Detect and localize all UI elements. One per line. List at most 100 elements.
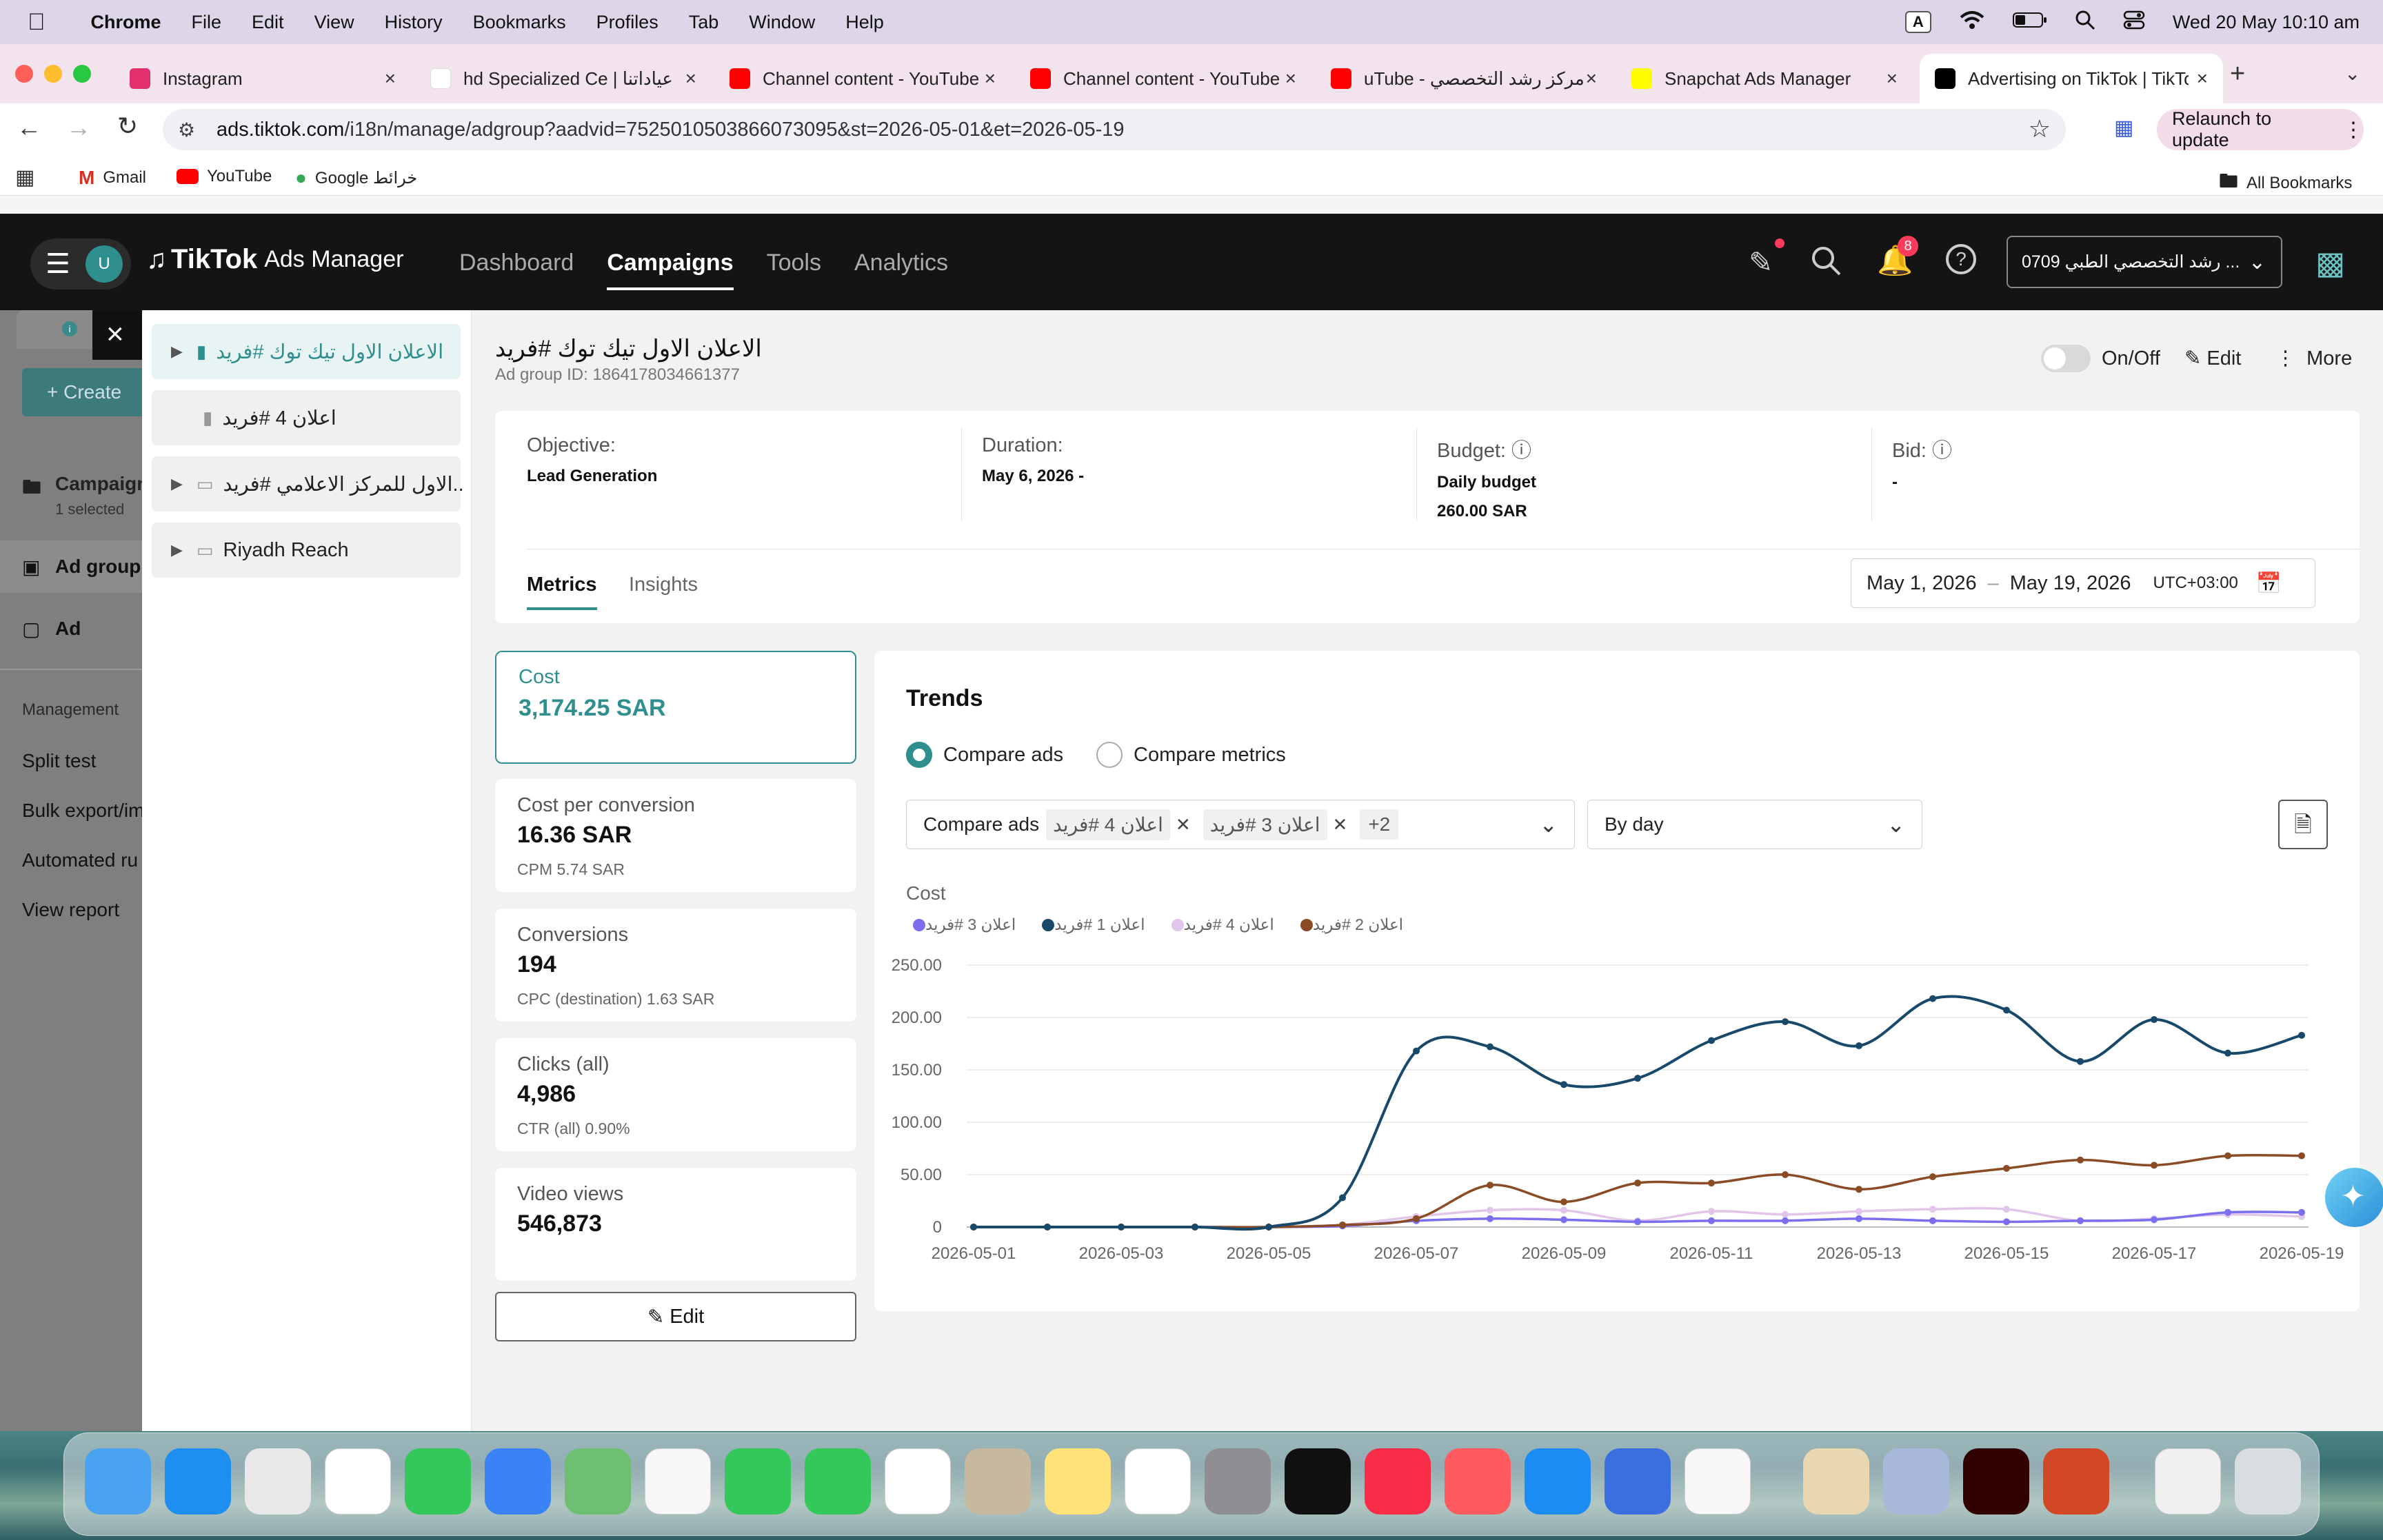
user-avatar[interactable]: U <box>86 245 123 283</box>
menubar-clock[interactable]: Wed 20 May 10:10 am <box>2173 12 2360 33</box>
menu-edit[interactable]: Edit <box>252 12 284 33</box>
chrome-icon[interactable] <box>325 1448 391 1514</box>
metric-card-cost[interactable]: Cost 3,174.25 SAR <box>495 651 856 764</box>
tree-item-campaign[interactable]: ▶ ▭ ..الاول للمركز الاعلامي #فريد <box>152 456 464 511</box>
menu-bookmarks[interactable]: Bookmarks <box>473 12 566 33</box>
sidebar-bulk-export[interactable]: Bulk export/im <box>22 800 142 822</box>
contacts-icon[interactable] <box>965 1448 1031 1514</box>
legend-item[interactable]: اعلان 3 #فريد <box>906 915 1016 934</box>
expand-arrow-icon[interactable]: ▶ <box>171 343 183 361</box>
all-bookmarks[interactable]: 🖿 All Bookmarks <box>2219 167 2352 200</box>
sidebar-view-report[interactable]: View report <box>22 899 119 921</box>
nav-analytics[interactable]: Analytics <box>854 250 948 290</box>
menu-avatar-pill[interactable]: ☰ U <box>30 239 131 290</box>
close-panel-button[interactable]: × <box>92 310 142 360</box>
nav-campaigns[interactable]: Campaigns <box>607 250 734 290</box>
app-store-icon[interactable] <box>1525 1448 1591 1514</box>
close-tab-icon[interactable]: × <box>685 68 696 90</box>
more-chips-badge[interactable]: +2 <box>1360 809 1399 840</box>
zoom-window-button[interactable] <box>73 65 91 83</box>
legend-item[interactable]: اعلان 4 #فريد <box>1165 915 1274 934</box>
ad-chip[interactable]: اعلان 4 #فريد <box>1046 809 1170 840</box>
hamburger-menu-icon[interactable]: ☰ <box>46 248 70 280</box>
browser-tab[interactable]: uTube - مركز رشد التخصصي × <box>1316 54 1612 103</box>
metric-card-video-views[interactable]: Video views 546,873 <box>495 1168 856 1281</box>
menu-profiles[interactable]: Profiles <box>596 12 658 33</box>
ad-chip[interactable]: اعلان 3 #فريد <box>1203 809 1327 840</box>
legend-item[interactable]: اعلان 1 #فريد <box>1035 915 1145 934</box>
tab-metrics[interactable]: Metrics <box>527 574 597 610</box>
compare-ads-select[interactable]: Compare ads اعلان 4 #فريد ✕ اعلان 3 #فري… <box>906 800 1575 849</box>
sidebar-campaign[interactable]: Campaign <box>55 473 148 495</box>
close-tab-icon[interactable]: × <box>1887 68 1898 90</box>
illustrator-icon[interactable] <box>1963 1448 2029 1514</box>
reminders-icon[interactable] <box>1125 1448 1191 1514</box>
metric-card-conversions[interactable]: Conversions 194 CPC (destination) 1.63 S… <box>495 909 856 1022</box>
sidebar-item-adgroup[interactable]: ▣ Ad group <box>0 540 142 593</box>
nav-tools[interactable]: Tools <box>767 250 821 290</box>
spotlight-search-icon[interactable] <box>2075 10 2095 35</box>
bookmark-star-icon[interactable]: ☆ <box>2029 114 2051 143</box>
powerpoint-icon[interactable] <box>2043 1448 2109 1514</box>
facetime-icon[interactable] <box>725 1448 791 1514</box>
close-window-button[interactable] <box>15 65 33 83</box>
nav-dashboard[interactable]: Dashboard <box>459 250 574 290</box>
apple-tv-icon[interactable] <box>1285 1448 1351 1514</box>
launchpad-icon[interactable] <box>245 1448 311 1514</box>
tab-insights[interactable]: Insights <box>629 574 698 596</box>
new-tab-icon[interactable]: + <box>2230 59 2245 89</box>
tiktok-logo[interactable]: ♫ TikTok Ads Manager <box>146 244 403 275</box>
photos-icon[interactable] <box>645 1448 711 1514</box>
metric-card-cost-per-conversion[interactable]: Cost per conversion 16.36 SAR CPM 5.74 S… <box>495 779 856 892</box>
help-icon[interactable]: ? <box>1946 244 1976 274</box>
download-report-button[interactable]: 🗎 <box>2278 800 2328 849</box>
trash-icon[interactable] <box>2235 1448 2301 1514</box>
assistant-bubble-button[interactable]: ✦ <box>2325 1168 2383 1227</box>
tree-item-adgroup[interactable]: ▮ اعلان 4 #فريد <box>152 390 461 445</box>
bookmark-youtube[interactable]: YouTube <box>177 167 272 186</box>
music-icon[interactable] <box>1365 1448 1431 1514</box>
close-tab-icon[interactable]: × <box>2197 68 2208 90</box>
simulator-icon[interactable] <box>1605 1448 1671 1514</box>
menubar-app-name[interactable]: Chrome <box>91 12 161 33</box>
browser-tab[interactable]: Channel content - YouTube × <box>714 54 1011 103</box>
browser-tab[interactable]: Instagram × <box>114 54 411 103</box>
more-button[interactable]: ⋮ More <box>2275 346 2352 370</box>
radio-compare-ads[interactable]: Compare ads <box>906 742 1063 768</box>
extension-icon[interactable]: ▦ <box>2114 116 2133 140</box>
close-tab-icon[interactable]: × <box>1285 68 1296 90</box>
toolbox-icon[interactable]: ▩ <box>2315 244 2345 281</box>
search-icon[interactable] <box>1811 245 1841 279</box>
preview-window-icon[interactable] <box>2155 1448 2221 1514</box>
address-bar[interactable]: ⚙ ads.tiktok.com/i18n/manage/adgroup?aad… <box>163 109 2066 150</box>
edit-adgroup-button[interactable]: ✎ Edit <box>2184 346 2241 370</box>
metric-card-clicks[interactable]: Clicks (all) 4,986 CTR (all) 0.90% <box>495 1038 856 1151</box>
on-off-toggle[interactable] <box>2041 345 2091 372</box>
browser-tab[interactable]: hd Specialized Ce | عياداتنا × <box>415 54 712 103</box>
account-selector[interactable]: 0709 رشد التخصصي الطبي ... ⌄ <box>2007 236 2282 288</box>
bookmark-gmail[interactable]: M Gmail <box>79 167 146 189</box>
sidebar-automated-rules[interactable]: Automated ru <box>22 849 142 871</box>
chip-remove-icon[interactable]: ✕ <box>1176 814 1191 835</box>
create-button[interactable]: + Create <box>22 368 153 416</box>
safari-icon[interactable] <box>165 1448 231 1514</box>
browser-menu-icon[interactable]: ⋮ <box>2343 118 2364 142</box>
wifi-icon[interactable] <box>1959 10 1985 35</box>
tree-item-campaign[interactable]: ▶ ▭ Riyadh Reach <box>152 523 461 578</box>
browser-tab[interactable]: Channel content - YouTube × <box>1015 54 1311 103</box>
system-settings-icon[interactable] <box>1205 1448 1271 1514</box>
menu-tab[interactable]: Tab <box>689 12 719 33</box>
close-tab-icon[interactable]: × <box>1586 68 1597 90</box>
tasks-icon[interactable]: ✎ <box>1749 245 1773 279</box>
close-tab-icon[interactable]: × <box>385 68 396 90</box>
help-circle-icon[interactable]: ⓘ <box>1511 440 1531 462</box>
tree-item-adgroup-selected[interactable]: ▶ ▮ الاعلان الاول تيك توك #فريد <box>152 324 461 379</box>
mail-icon[interactable] <box>485 1448 551 1514</box>
bookmark-google-maps[interactable]: ● Google خرائط <box>295 167 417 189</box>
date-range-picker[interactable]: May 1, 2026 – May 19, 2026 UTC+03:00 📅 <box>1851 558 2315 608</box>
control-center-icon[interactable] <box>2123 10 2145 35</box>
edit-metrics-button[interactable]: ✎ Edit <box>495 1292 856 1341</box>
expand-arrow-icon[interactable]: ▶ <box>171 541 183 559</box>
reload-icon[interactable]: ↻ <box>117 112 138 141</box>
forward-arrow-icon[interactable]: → <box>66 113 91 142</box>
